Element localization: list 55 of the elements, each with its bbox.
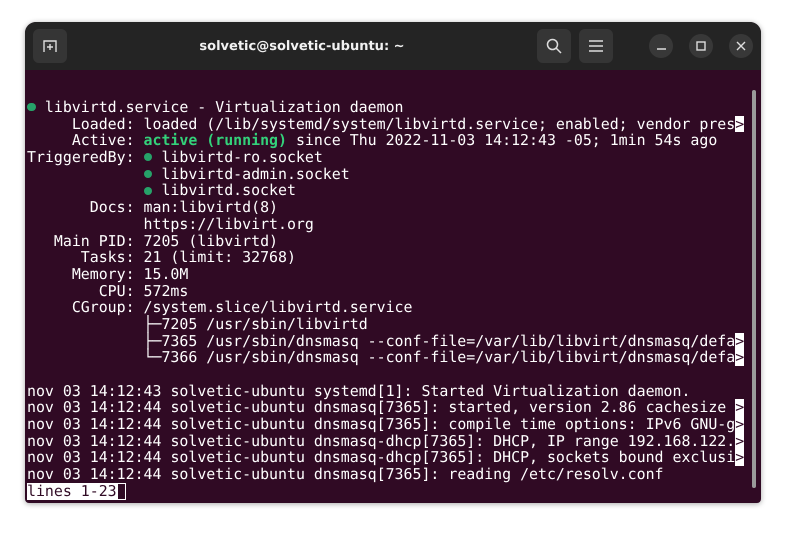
terminal-text: man:libvirtd(8) — [144, 199, 278, 216]
log-line: nov 03 14:12:44 solvetic-ubuntu dnsmasq[7365]: compile time options: IPv6 GNU-g — [27, 416, 736, 433]
terminal-text: 572ms — [144, 282, 188, 300]
log-line: nov 03 14:12:44 solvetic-ubuntu dnsmasq[7365]: started, version 2.86 cachesize — [27, 399, 728, 416]
terminal-text: ├─7365 /usr/sbin/dnsmasq --conf-file=/var/lib/libvirt/dnsmasq/defa — [144, 332, 736, 350]
truncation-marker: > — [735, 449, 744, 466]
minimize-button[interactable] — [649, 34, 673, 58]
field-label: CPU: — [98, 282, 135, 300]
field-label: CGroup: — [72, 298, 135, 316]
truncation-marker: > — [735, 416, 744, 433]
terminal-text: libvirtd-ro.socket — [161, 149, 323, 166]
truncation-marker: > — [735, 116, 744, 132]
truncation-marker: > — [735, 399, 744, 416]
search-icon — [546, 38, 562, 54]
terminal-text: 15.0M — [144, 266, 188, 283]
terminal-text: loaded (/lib/systemd/system/libvirtd.service; enabled; vendor pres — [144, 116, 736, 132]
field-label: Loaded: — [72, 114, 135, 133]
terminal-text: since Thu 2022-11-03 14:12:43 -05; 1min 54s ago — [296, 132, 718, 150]
menu-icon — [589, 40, 603, 52]
field-label: Main PID: — [54, 232, 135, 250]
log-line: nov 03 14:12:44 solvetic-ubuntu dnsmasq[7365]: reading /etc/resolv.conf — [27, 466, 664, 483]
terminal-text: 7205 (libvirtd) — [144, 232, 278, 250]
terminal-text: https://libvirt.org — [144, 216, 314, 233]
truncation-marker: > — [735, 349, 744, 366]
field-label: Active: — [72, 131, 135, 150]
window-title: solvetic@solvetic-ubuntu: ~ — [198, 38, 406, 54]
field-label: Docs: — [90, 198, 135, 216]
terminal-text: ├─7205 /usr/sbin/libvirtd — [144, 316, 368, 333]
terminal-text: libvirtd.socket — [161, 182, 296, 200]
cursor — [116, 482, 126, 500]
field-label: Memory: — [72, 264, 135, 283]
search-button[interactable] — [537, 29, 571, 63]
menu-button[interactable] — [579, 29, 613, 63]
truncation-marker: > — [735, 332, 744, 350]
scrollbar[interactable] — [752, 90, 756, 488]
maximize-icon — [696, 41, 706, 51]
log-line: nov 03 14:12:44 solvetic-ubuntu dnsmasq-dhcp[7365]: DHCP, IP range 192.168.122. — [27, 432, 736, 450]
new-tab-button[interactable] — [33, 29, 67, 63]
terminal-text: libvirtd-admin.socket — [161, 166, 350, 182]
active-status: active (running) — [144, 132, 287, 150]
pager-prompt: lines 1-23 — [27, 482, 117, 500]
new-tab-icon — [42, 38, 58, 54]
terminal-text: └─7366 /usr/sbin/dnsmasq --conf-file=/var/lib/libvirt/dnsmasq/defa — [144, 349, 736, 366]
minimize-icon — [656, 48, 666, 50]
terminal-text: 21 (limit: 32768) — [144, 249, 296, 266]
close-icon — [736, 41, 746, 51]
close-button[interactable] — [729, 34, 753, 58]
truncation-marker: > — [735, 432, 744, 450]
terminal-text: /system.slice/libvirtd.service — [144, 299, 412, 316]
field-label: Tasks: — [80, 248, 135, 266]
field-label: TriggeredBy: — [27, 148, 135, 166]
log-line: nov 03 14:12:43 solvetic-ubuntu systemd[1]: Started Virtualization daemon. — [27, 382, 690, 400]
log-line: nov 03 14:12:44 solvetic-ubuntu dnsmasq-dhcp[7365]: DHCP, sockets bound exclusi — [27, 449, 736, 466]
terminal-text: libvirtd.service - Virtualization daemon — [44, 99, 404, 116]
maximize-button[interactable] — [689, 34, 713, 58]
